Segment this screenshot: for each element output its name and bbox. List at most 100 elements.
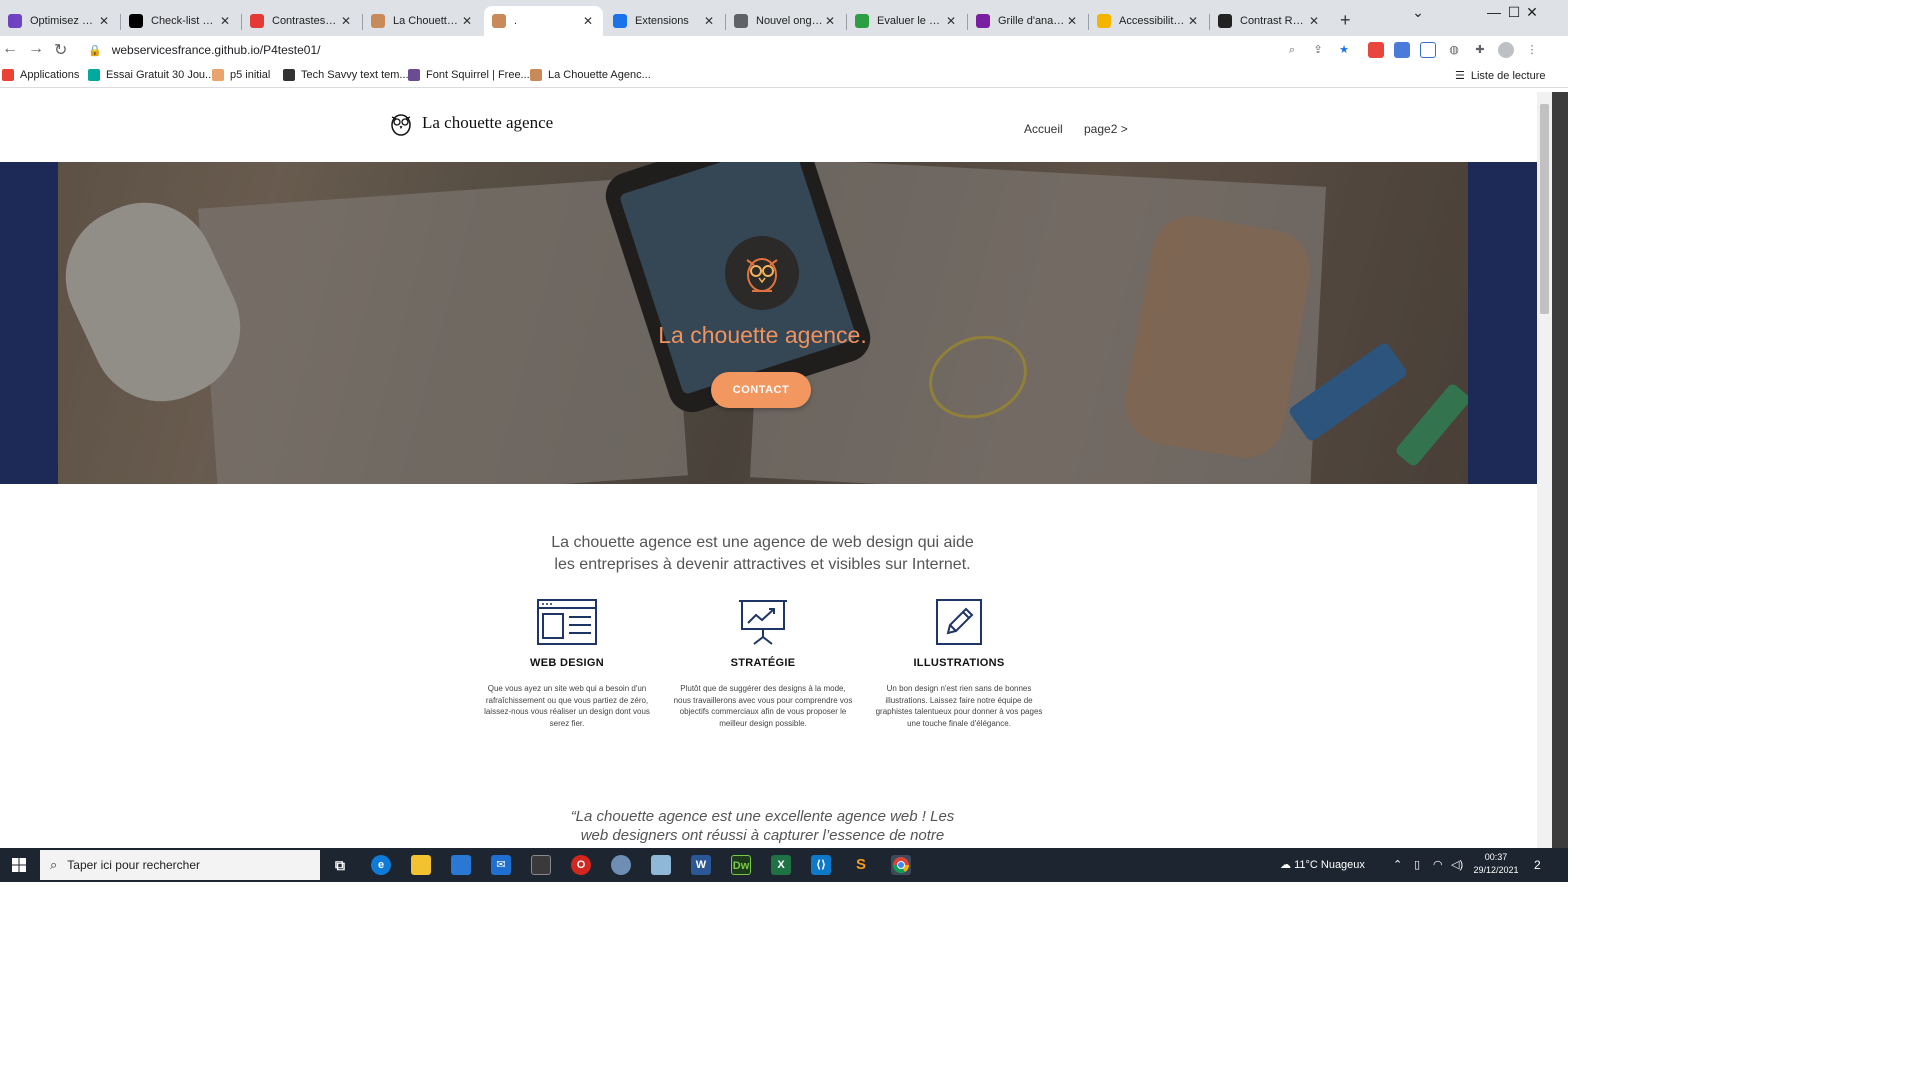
tab-title: Contrastes de c [272, 15, 339, 27]
bookmark-favicon-icon [530, 69, 542, 81]
menu-icon[interactable]: ⋮ [1524, 42, 1540, 58]
bookmark-item[interactable]: La Chouette Agenc... [530, 69, 651, 81]
taskbar-search-input[interactable]: ⌕ Taper ici pour rechercher [40, 850, 320, 880]
zoom-icon[interactable]: ⌕ [1284, 42, 1300, 58]
wifi-icon[interactable]: ◠ [1433, 858, 1443, 871]
store-icon[interactable] [451, 855, 471, 875]
tab-close-icon[interactable]: ✕ [1065, 14, 1079, 28]
share-icon[interactable]: ⇪ [1310, 42, 1326, 58]
sublime-icon[interactable]: S [851, 855, 871, 875]
scrollbar-thumb[interactable] [1540, 104, 1549, 314]
service-title: ILLUSTRATIONS [913, 657, 1005, 669]
tab-close-icon[interactable]: ✕ [702, 14, 716, 28]
vscode-icon[interactable]: ⟨⟩ [811, 855, 831, 875]
site-logo[interactable]: La chouette agence [386, 108, 553, 138]
bookmark-item[interactable]: Applications [2, 69, 79, 81]
tab-close-icon[interactable]: ✕ [339, 14, 353, 28]
back-button[interactable]: ← [2, 40, 18, 58]
task-view-icon[interactable]: ⧉ [330, 855, 350, 875]
web-design-icon [537, 599, 597, 645]
contact-button[interactable]: CONTACT [711, 372, 811, 408]
tab-7[interactable]: Evaluer le contr✕ [847, 6, 966, 36]
volume-icon[interactable]: ◁) [1451, 858, 1463, 871]
tab-6[interactable]: Nouvel onglet ✕ [726, 6, 845, 36]
tab-8[interactable]: Grille d'analyse✕ [968, 6, 1087, 36]
bookmark-star-icon[interactable]: ★ [1336, 42, 1352, 58]
weather-widget[interactable]: ☁ 11°C Nuageux [1280, 858, 1365, 871]
new-tab-button[interactable]: + [1340, 10, 1351, 31]
extension-icon[interactable] [1368, 42, 1384, 58]
reload-button[interactable]: ↻ [54, 40, 67, 60]
bookmark-label: p5 initial [230, 69, 271, 81]
tab-search-icon[interactable]: ⌄ [1398, 4, 1438, 21]
cast-icon[interactable] [1420, 42, 1436, 58]
tab-close-icon[interactable]: ✕ [460, 14, 474, 28]
forward-button[interactable]: → [28, 40, 44, 58]
tab-2[interactable]: Contrastes de c✕ [242, 6, 361, 36]
clock[interactable]: 00:37 29/12/2021 [1468, 851, 1524, 877]
bookmark-item[interactable]: Font Squirrel | Free... [408, 69, 530, 81]
bookmark-item[interactable]: p5 initial [212, 69, 270, 81]
opera-icon[interactable]: O [571, 855, 591, 875]
tab-close-icon[interactable]: ✕ [1186, 14, 1200, 28]
url-field[interactable]: 🔒 webservicesfrance.github.io/P4teste01/ [80, 38, 1370, 62]
dreamweaver-icon[interactable]: Dw [731, 855, 751, 875]
tab-3[interactable]: La Chouette Age✕ [363, 6, 482, 36]
translate-icon[interactable] [1394, 42, 1410, 58]
nav-accueil[interactable]: Accueil [1024, 122, 1063, 136]
tab-9[interactable]: Accessibilité et ✕ [1089, 6, 1208, 36]
extension-icon[interactable]: ◍ [1446, 42, 1462, 58]
tab-close-icon[interactable]: ✕ [944, 14, 958, 28]
nav-page2[interactable]: page2 > [1084, 122, 1128, 136]
service-web-design: WEB DESIGN Que vous ayez un site web qui… [477, 599, 657, 729]
logo-text: La chouette agence [422, 113, 554, 132]
tab-separator [1088, 14, 1089, 30]
bookmark-item[interactable]: Essai Gratuit 30 Jou... [88, 69, 214, 81]
tab-title: La Chouette Age [393, 15, 460, 27]
edge-icon[interactable]: e [371, 855, 391, 875]
notification-center-icon[interactable]: 2 [1534, 858, 1541, 872]
bookmark-item[interactable]: Tech Savvy text tem... [283, 69, 409, 81]
calculator-icon[interactable] [531, 855, 551, 875]
tab-title: Extensions [635, 15, 689, 27]
puzzle-icon[interactable]: ✚ [1472, 42, 1488, 58]
tab-close-icon[interactable]: ✕ [1307, 14, 1321, 28]
bookmark-favicon-icon [88, 69, 100, 81]
chrome-icon[interactable] [891, 855, 911, 875]
tab-1[interactable]: Check-list pour ✕ [121, 6, 240, 36]
reading-list-button[interactable]: ☰ Liste de lecture [1455, 69, 1545, 83]
tab-close-icon[interactable]: ✕ [581, 14, 595, 28]
word-icon[interactable]: W [691, 855, 711, 875]
service-description: Un bon design n'est rien sans de bonnes … [875, 684, 1043, 728]
bookmark-label: Font Squirrel | Free... [426, 69, 530, 81]
tab-close-icon[interactable]: ✕ [97, 14, 111, 28]
profile-avatar[interactable] [1498, 42, 1514, 58]
tray-chevron-icon[interactable]: ⌃ [1393, 858, 1402, 871]
notification-count: 2 [1534, 858, 1541, 872]
tab-favicon-icon [129, 14, 143, 28]
device-icon[interactable]: ▯ [1414, 858, 1420, 871]
mail-icon[interactable]: ✉ [491, 855, 511, 875]
bookmarks-bar: Applications Essai Gratuit 30 Jou... p5 in… [0, 64, 1568, 88]
tab-title: Check-list pour [151, 15, 218, 27]
tab-separator [725, 14, 726, 30]
file-explorer-icon[interactable] [411, 855, 431, 875]
service-description: Plutôt que de suggérer des designs à la … [673, 684, 853, 728]
address-bar: ← → ↻ 🔒 webservicesfrance.github.io/P4te… [0, 36, 1568, 64]
page-scrollbar[interactable] [1537, 92, 1552, 848]
tab-10[interactable]: Contrast Ratio ✕ [1210, 6, 1329, 36]
tab-close-icon[interactable]: ✕ [823, 14, 837, 28]
tab-title: Evaluer le contr [877, 15, 944, 27]
windows-start-icon[interactable] [12, 858, 26, 872]
tab-0[interactable]: Optimisez un site✕ [0, 6, 119, 36]
paint-icon[interactable] [611, 855, 631, 875]
tab-title: Optimisez un site [30, 15, 97, 27]
close-window-button[interactable]: ✕ [1512, 4, 1552, 21]
excel-icon[interactable]: X [771, 855, 791, 875]
notepad-icon[interactable] [651, 855, 671, 875]
tab-close-icon[interactable]: ✕ [218, 14, 232, 28]
tab-favicon-icon [855, 14, 869, 28]
tab-4[interactable]: . ✕ [484, 6, 603, 36]
tab-5[interactable]: Extensions ✕ [605, 6, 724, 36]
tab-separator [120, 14, 121, 30]
